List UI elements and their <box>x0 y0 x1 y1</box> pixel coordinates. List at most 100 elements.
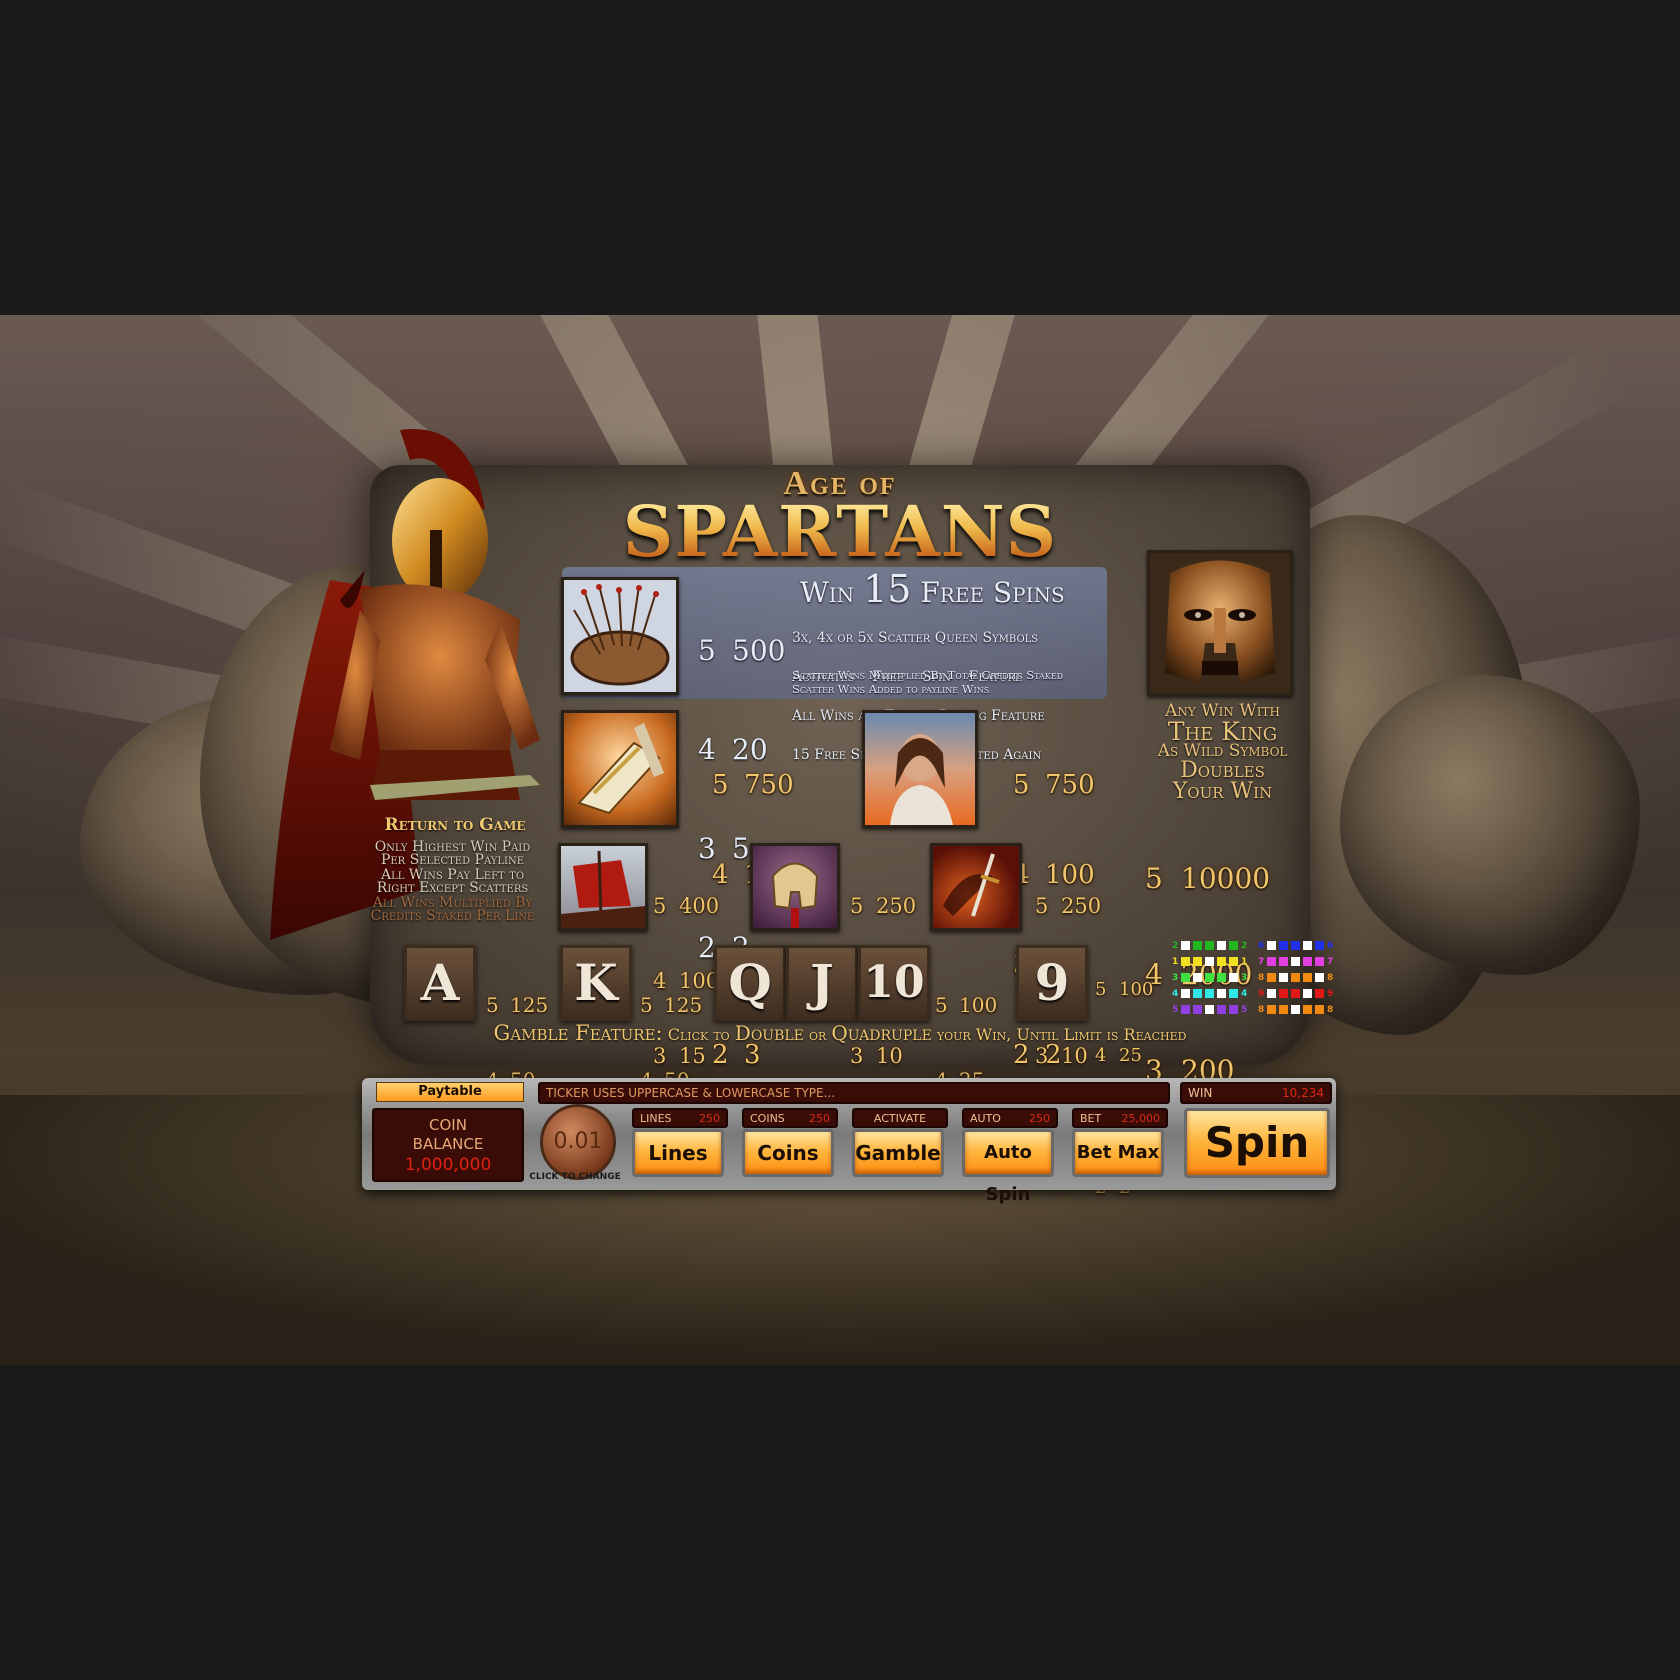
payline-cell <box>1315 1005 1324 1014</box>
payline-cell <box>1229 941 1238 950</box>
payline-cell <box>1217 957 1226 966</box>
payline-number: 6 <box>1258 940 1265 951</box>
payline-cell <box>1229 973 1238 982</box>
payline-number: 3 <box>1172 972 1179 983</box>
payline-cell <box>1267 957 1276 966</box>
payline-cell <box>1315 973 1324 982</box>
payline-cell <box>1291 941 1300 950</box>
payline-cell <box>1303 1005 1312 1014</box>
coin-balance-display: COIN BALANCE 1,000,000 <box>372 1108 524 1182</box>
payline-row: 44 <box>1172 983 1250 999</box>
payline-cell <box>1279 957 1288 966</box>
ticker-display: TICKER USES UPPERCASE & LOWERCASE TYPE..… <box>538 1082 1170 1104</box>
payline-number: 8 <box>1327 1004 1334 1015</box>
payline-row: 66 <box>1258 935 1336 951</box>
payline-row: 99 <box>1258 983 1336 999</box>
payline-number: 8 <box>1258 1004 1265 1015</box>
shield-pays: 5750 4100 325 23 <box>712 770 794 1070</box>
payline-number: 5 <box>1241 1004 1248 1015</box>
payline-row: 22 <box>1172 935 1250 951</box>
payline-cell <box>1217 1005 1226 1014</box>
logo-main-text: SPARTANS <box>590 497 1090 567</box>
payline-cell <box>1303 973 1312 982</box>
payline-number: 2 <box>1241 940 1248 951</box>
free-spins-headline: Win 15 Free Spins <box>800 567 1065 611</box>
payline-cell <box>1291 1005 1300 1014</box>
payline-cell <box>1303 957 1312 966</box>
payline-row: 11 <box>1172 951 1250 967</box>
payline-cell <box>1229 1005 1238 1014</box>
auto-spin-button[interactable]: Auto Spin <box>962 1129 1054 1205</box>
payline-row: 55 <box>1172 999 1250 1015</box>
auto-display: AUTO 250 <box>962 1108 1058 1128</box>
spin-button[interactable]: Spin <box>1184 1108 1330 1178</box>
payline-number: 1 <box>1172 956 1179 967</box>
payline-number: 4 <box>1172 988 1179 999</box>
click-to-change-label: CLICK TO CHANGE <box>529 1172 621 1182</box>
rules-notes: Only Highest Win Paid Per Selected Payli… <box>370 839 535 924</box>
game-stage: Age of SPARTANS 5500 420 35 22 Win 15 Fr… <box>0 315 1680 1365</box>
payline-number: 9 <box>1258 988 1265 999</box>
scatter-notes: Scatter Wins Multiplied By Total Credits… <box>792 668 1063 696</box>
helmet-symbol <box>750 843 840 931</box>
payline-cell <box>1315 989 1324 998</box>
gamble-button[interactable]: Gamble <box>852 1129 944 1177</box>
payline-cell <box>1217 941 1226 950</box>
payline-number: 6 <box>1327 940 1334 951</box>
payline-number: 9 <box>1327 988 1334 999</box>
payline-cell <box>1181 957 1190 966</box>
payline-cell <box>1193 1005 1202 1014</box>
return-to-game-link[interactable]: Return to Game <box>360 815 550 835</box>
king-wild-symbol <box>1147 550 1293 696</box>
payline-cell <box>1229 957 1238 966</box>
payline-cell <box>1205 989 1214 998</box>
payline-cell <box>1279 989 1288 998</box>
paylines-diagram: 2211334455 6677889988 <box>1172 935 1342 1025</box>
coins-display: COINS 250 <box>742 1108 838 1128</box>
payline-cell <box>1267 989 1276 998</box>
payline-cell <box>1181 941 1190 950</box>
gamble-feature-text: Gamble Feature: Click to Double or Quadr… <box>493 1021 1187 1045</box>
payline-cell <box>1291 989 1300 998</box>
win-display: WIN 10,234 <box>1180 1082 1332 1104</box>
payline-number: 5 <box>1172 1004 1179 1015</box>
payline-row: 88 <box>1258 967 1336 983</box>
payline-cell <box>1303 989 1312 998</box>
payline-cell <box>1291 957 1300 966</box>
payline-cell <box>1193 989 1202 998</box>
payline-cell <box>1279 973 1288 982</box>
payline-cell <box>1279 941 1288 950</box>
card-10-symbol: 10 <box>858 945 930 1021</box>
lines-button[interactable]: Lines <box>632 1129 724 1177</box>
payline-cell <box>1229 989 1238 998</box>
payline-row: 33 <box>1172 967 1250 983</box>
payline-cell <box>1267 973 1276 982</box>
coin-value-selector[interactable]: 0.01 <box>540 1104 616 1180</box>
control-panel: Paytable TICKER USES UPPERCASE & LOWERCA… <box>362 1078 1336 1205</box>
payline-cell <box>1303 941 1312 950</box>
payline-number: 3 <box>1241 972 1248 983</box>
payline-cell <box>1315 941 1324 950</box>
payline-cell <box>1279 1005 1288 1014</box>
payline-number: 7 <box>1327 956 1334 967</box>
queen-symbol <box>862 710 978 828</box>
payline-cell <box>1193 957 1202 966</box>
payline-cell <box>1267 941 1276 950</box>
arrows-scatter-symbol <box>561 577 679 695</box>
payline-number: 4 <box>1241 988 1248 999</box>
payline-number: 8 <box>1327 972 1334 983</box>
paytable-button[interactable]: Paytable <box>376 1082 524 1102</box>
payline-cell <box>1181 989 1190 998</box>
payline-cell <box>1205 973 1214 982</box>
payline-number: 8 <box>1258 972 1265 983</box>
card-j-symbol: J <box>786 945 858 1021</box>
payline-number: 7 <box>1258 956 1265 967</box>
game-logo: Age of SPARTANS <box>590 465 1090 567</box>
payline-cell <box>1181 973 1190 982</box>
sword-symbol <box>930 843 1022 931</box>
card-9-symbol: 9 <box>1016 945 1088 1021</box>
payline-cell <box>1315 957 1324 966</box>
bet-max-button[interactable]: Bet Max <box>1072 1129 1164 1177</box>
lines-display: LINES 250 <box>632 1108 728 1128</box>
coins-button[interactable]: Coins <box>742 1129 834 1177</box>
